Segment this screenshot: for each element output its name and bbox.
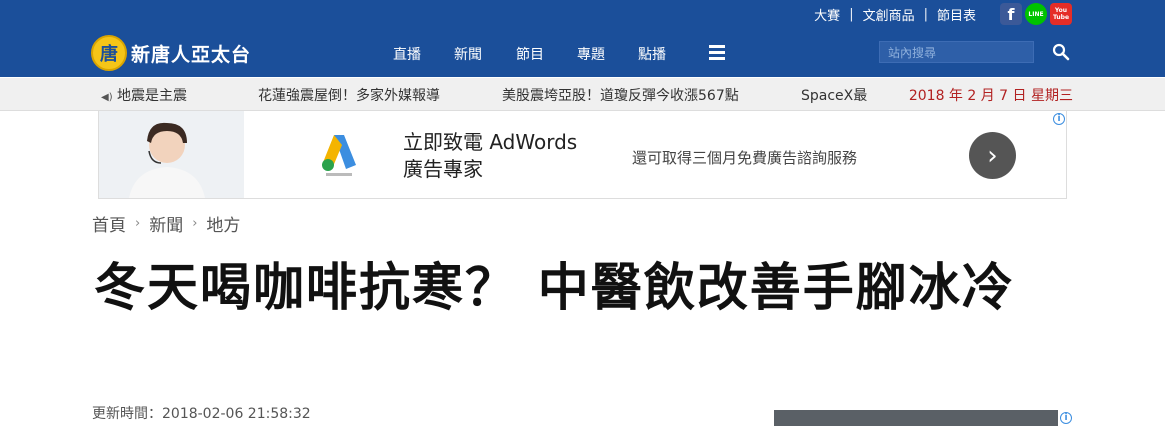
updated-time: 2018-02-06 21:58:32 — [162, 406, 311, 422]
search-box — [879, 41, 1034, 63]
breadcrumb-news[interactable]: 新聞 — [149, 211, 183, 236]
ad-subtext: 還可取得三個月免費廣告諮詢服務 — [632, 149, 858, 167]
nav-news[interactable]: 新聞 — [454, 44, 482, 64]
adwords-logo-icon — [322, 135, 356, 176]
top-link-shop[interactable]: 文創商品 — [863, 5, 915, 24]
speaker-icon: ◀) — [101, 92, 113, 103]
ad-headline: 立即致電 AdWords 廣告專家 — [403, 130, 578, 181]
breadcrumb-home[interactable]: 首頁 — [92, 211, 126, 236]
ad-banner[interactable]: 立即致電 AdWords 廣告專家 還可取得三個月免費廣告諮詢服務 › i — [98, 110, 1067, 199]
menu-icon[interactable] — [709, 45, 725, 61]
nav-vod[interactable]: 點播 — [638, 44, 666, 64]
article-title: 冬天喝咖啡抗寒？ 中醫飲改善手腳冰冷 — [94, 259, 1015, 318]
ad-photo — [99, 111, 244, 198]
nav-topics[interactable]: 專題 — [577, 44, 605, 64]
breadcrumb: 首頁 › 新聞 › 地方 — [92, 211, 240, 236]
logo-emblem: 唐 — [91, 35, 127, 71]
ticker-item[interactable]: ◀) 地震是主震 — [101, 85, 187, 105]
top-links: 大賽 | 文創商品 | 節目表 — [814, 5, 976, 24]
youtube-icon[interactable]: You Tube — [1050, 3, 1072, 25]
logo-text: 新唐人亞太台 — [131, 43, 252, 66]
nav-live[interactable]: 直播 — [393, 44, 421, 64]
news-ticker: ◀) 地震是主震 花蓮強震屋倒！多家外媒報導 美股震垮亞股！道瓊反彈今收漲567… — [0, 78, 1165, 111]
search-input[interactable] — [880, 43, 1033, 63]
breadcrumb-local[interactable]: 地方 — [206, 211, 240, 236]
chevron-right-icon: › — [192, 216, 198, 231]
site-header: 大賽 | 文創商品 | 節目表 f LINE You Tube 唐 新唐人亞太台… — [0, 0, 1165, 77]
top-link-schedule[interactable]: 節目表 — [937, 5, 976, 24]
current-date: 2018 年 2 月 7 日 星期三 — [908, 88, 1073, 104]
main-nav: 直播 新聞 節目 專題 點播 — [393, 44, 666, 64]
separator: | — [923, 6, 928, 22]
site-logo[interactable]: 唐 新唐人亞太台 — [91, 34, 251, 72]
ticker-item[interactable]: 美股震垮亞股！道瓊反彈今收漲567點 — [502, 85, 739, 105]
top-link-contest[interactable]: 大賽 — [814, 5, 840, 24]
separator: | — [849, 6, 854, 22]
line-icon[interactable]: LINE — [1025, 3, 1047, 25]
article-meta: 更新時間：2018-02-06 21:58:32 — [92, 403, 311, 423]
side-ad-image[interactable] — [774, 410, 1058, 426]
chevron-right-icon[interactable]: › — [969, 132, 1016, 179]
search-icon[interactable] — [1052, 43, 1070, 61]
chevron-right-icon: › — [135, 216, 141, 231]
updated-label: 更新時間： — [92, 406, 162, 422]
ad-info-icon[interactable]: i — [1053, 113, 1065, 125]
ticker-item[interactable]: 花蓮強震屋倒！多家外媒報導 — [258, 85, 440, 105]
facebook-icon[interactable]: f — [1000, 3, 1022, 25]
nav-programs[interactable]: 節目 — [516, 44, 544, 64]
ad-info-icon[interactable]: i — [1060, 412, 1072, 424]
ticker-item[interactable]: SpaceX最 — [801, 85, 874, 105]
